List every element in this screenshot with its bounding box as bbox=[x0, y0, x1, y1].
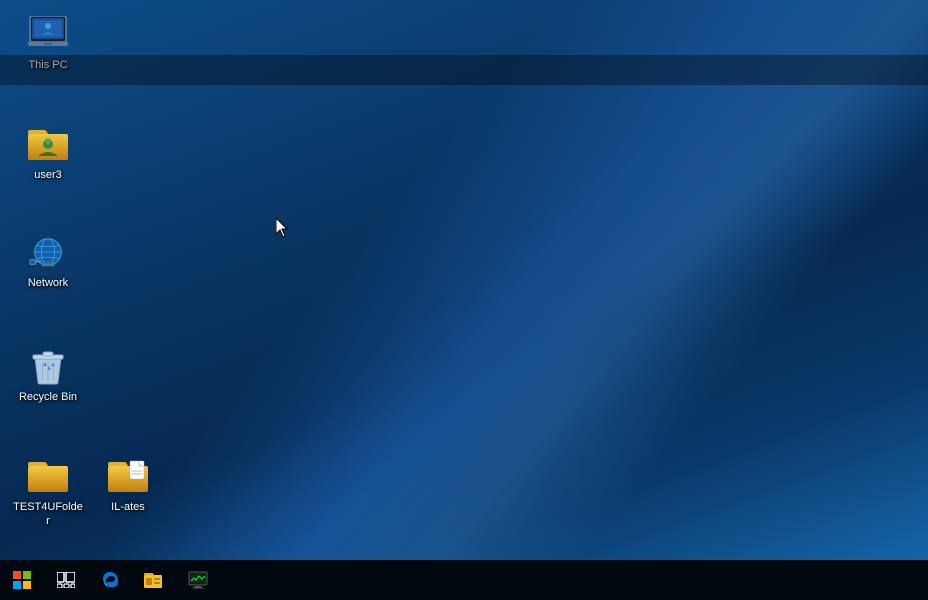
network-icon-image bbox=[28, 232, 68, 272]
network-label: Network bbox=[28, 276, 68, 290]
recycle-bin-icon-image bbox=[28, 346, 68, 386]
test4ufolder-icon-image bbox=[28, 456, 68, 496]
user3-label: user3 bbox=[34, 168, 62, 182]
il-ates-label: IL-ates bbox=[111, 500, 145, 514]
desktop-icon-user3[interactable]: user3 bbox=[8, 120, 88, 186]
recycle-bin-label: Recycle Bin bbox=[19, 390, 77, 404]
desktop-icon-test4ufolder[interactable]: TEST4UFolder bbox=[8, 452, 88, 533]
mouse-cursor bbox=[276, 218, 292, 238]
user3-icon-image bbox=[28, 124, 68, 164]
taskbar bbox=[0, 560, 928, 600]
this-pc-label: This PC bbox=[28, 58, 67, 72]
task-manager-button[interactable] bbox=[176, 560, 220, 600]
test4ufolder-label: TEST4UFolder bbox=[12, 500, 84, 529]
desktop-icon-recycle-bin[interactable]: Recycle Bin bbox=[8, 342, 88, 408]
start-button[interactable] bbox=[0, 560, 44, 600]
this-pc-icon-image bbox=[28, 14, 68, 54]
task-view-button[interactable] bbox=[44, 560, 88, 600]
desktop-icon-il-ates[interactable]: IL-ates bbox=[88, 452, 168, 518]
desktop-icon-network[interactable]: Network bbox=[8, 228, 88, 294]
desktop: This PC user3 bbox=[0, 0, 928, 560]
desktop-icon-this-pc[interactable]: This PC bbox=[8, 10, 88, 76]
explorer-button[interactable] bbox=[132, 560, 176, 600]
il-ates-icon-image bbox=[108, 456, 148, 496]
edge-button[interactable] bbox=[88, 560, 132, 600]
